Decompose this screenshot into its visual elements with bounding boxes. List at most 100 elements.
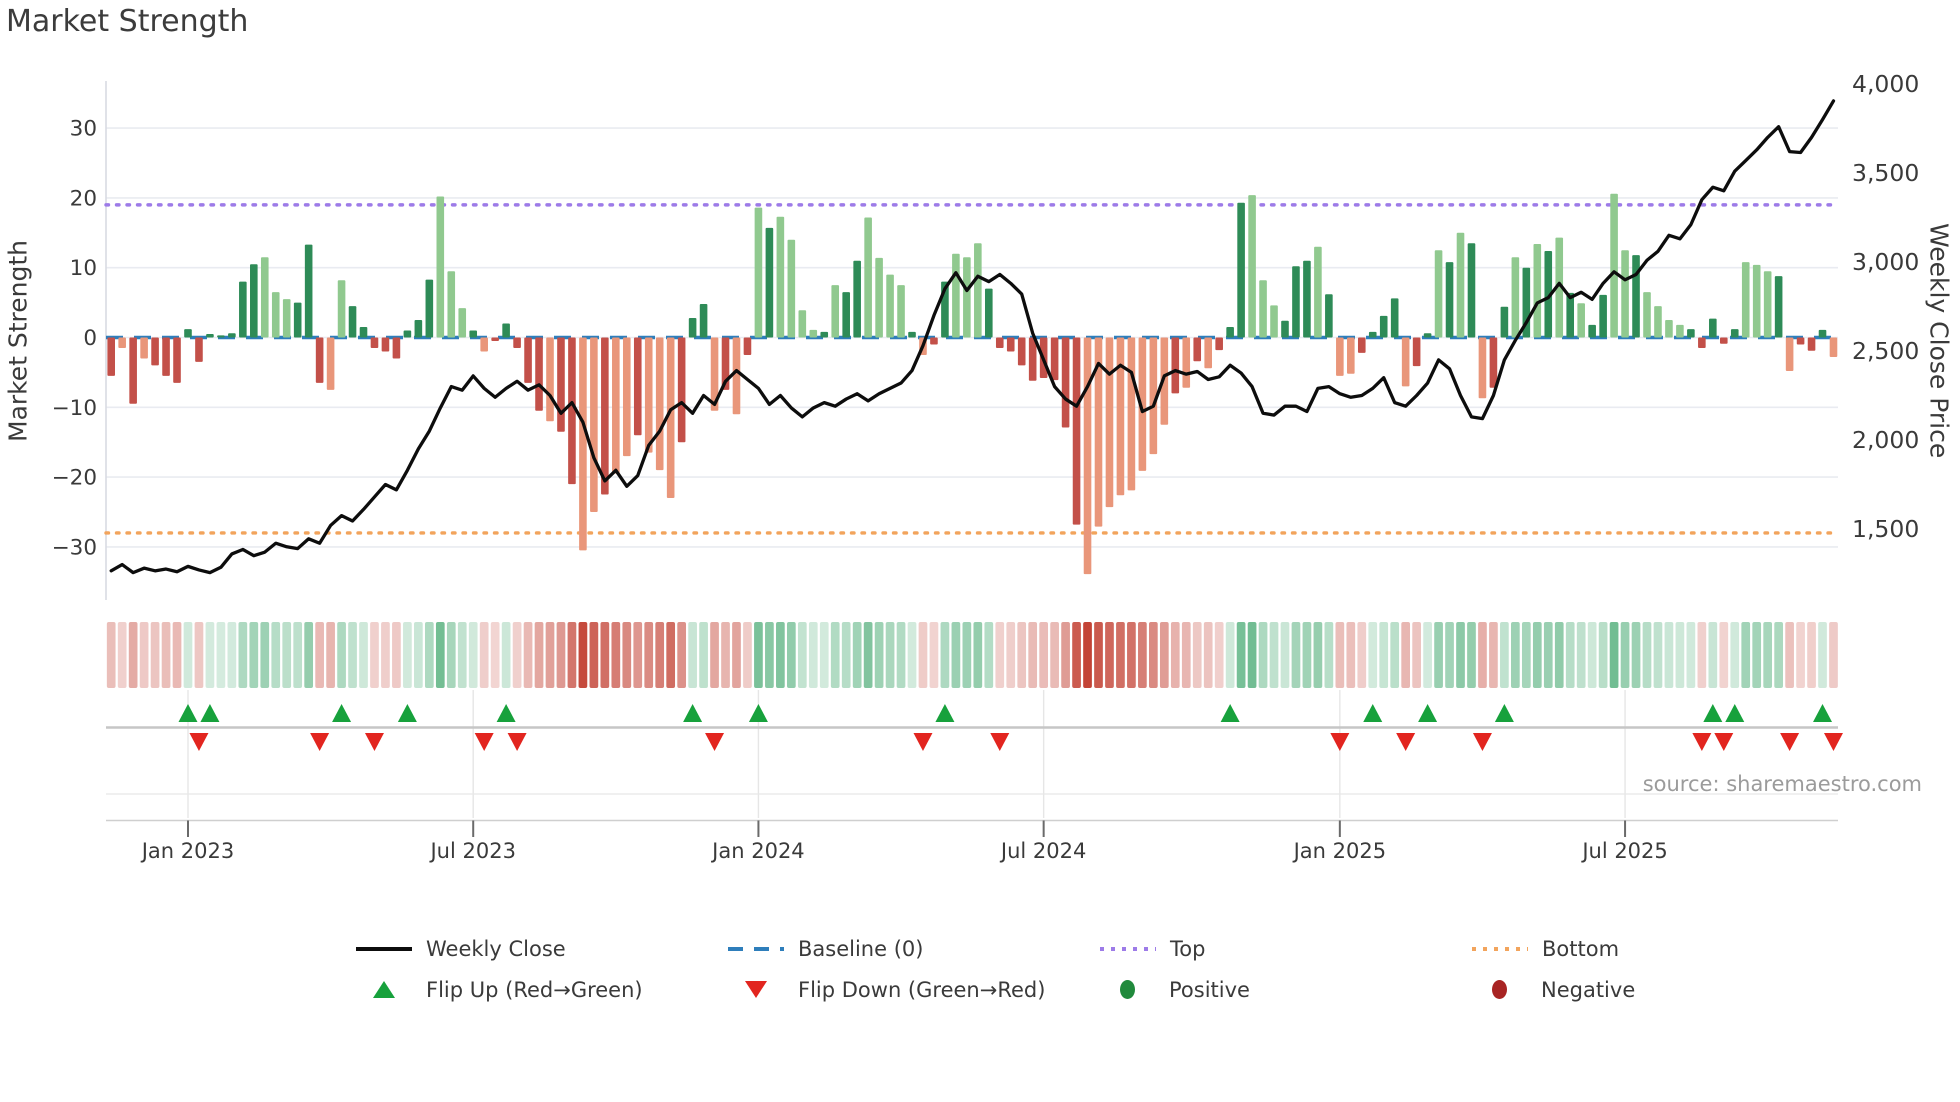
heatmap-cell [501,622,511,688]
strength-bar [622,337,631,457]
strength-bar [1643,292,1651,338]
strength-bar [1610,193,1618,338]
heatmap-cell [1554,622,1564,688]
strength-bar [1500,306,1509,338]
heatmap-cell [139,622,149,688]
strength-bar [228,333,236,338]
right-tick-label: 2,000 [1852,426,1919,454]
strength-bar [1127,337,1136,491]
x-tick-label: Jul 2025 [1580,839,1667,863]
heatmap-cell [523,622,533,688]
heatmap-cell [424,622,434,688]
heatmap-cell [622,622,632,688]
strength-bar [1709,318,1717,338]
strength-bar [1281,320,1289,338]
strength-bar [1456,232,1465,338]
legend-item-top: Top [1100,928,1472,969]
heatmap-cell [183,622,193,688]
strength-bar [458,308,467,338]
heatmap-cell [1478,622,1487,688]
heatmap-cell [1719,622,1729,688]
heatmap-cell [1774,622,1783,688]
heatmap-cell [1675,622,1685,688]
heatmap-cell [1752,622,1762,688]
strength-bar [348,306,357,338]
strength-bar [1050,337,1059,381]
heatmap-cell [194,622,204,688]
heatmap-cell [457,622,467,688]
heatmap-cell [1236,622,1246,688]
legend-item-positive: Positive [1100,969,1472,1010]
strength-bar [1116,337,1125,496]
strength-bar [1719,337,1728,344]
heatmap-cell [1214,622,1224,688]
heatmap-cell [677,622,686,688]
heatmap-cell [161,622,171,688]
flip-up-marker [397,704,417,722]
heatmap-cell [304,622,314,688]
strength-bar [1621,250,1629,338]
heatmap-cell [1521,622,1531,688]
strength-bar [1204,337,1212,369]
strength-bar [436,196,445,338]
heatmap-cell [359,622,368,688]
heatmap-cell [786,622,796,688]
heatmap-cell [1730,622,1740,688]
flip-up-marker [1220,704,1240,722]
heatmap-cell [1642,622,1652,688]
heatmap-cell [106,622,116,688]
heatmap-cell [808,622,818,688]
strength-bar [282,299,291,338]
legend-label: Flip Up (Red→Green) [426,977,643,1002]
strength-bar [304,244,313,338]
heatmap-cell [951,622,961,688]
heatmap-cell [852,622,862,688]
heatmap-cell [962,622,972,688]
strength-bar [392,337,401,359]
legend-label: Flip Down (Green→Red) [798,977,1046,1002]
heatmap-cell [1598,622,1608,688]
flip-down-marker [913,733,933,751]
flip-down-marker [474,733,494,751]
heatmap-cell [1390,622,1400,688]
heatmap-cell [1302,622,1312,688]
strength-bar [820,331,829,338]
legend-label: Baseline (0) [798,936,924,961]
strength-bar [1588,324,1596,338]
bottom-dotted-line-icon [1472,946,1528,951]
flip-down-marker [1472,733,1492,751]
strength-bar [469,330,478,338]
legend-label: Top [1170,936,1206,961]
heatmap-cell [172,622,182,688]
strength-bar [809,329,818,338]
legend-item-flip-down: Flip Down (Green→Red) [728,969,1100,1010]
heatmap-cell [1313,622,1323,688]
strength-bar [732,337,741,415]
flip-up-marker [683,704,703,722]
strength-bar [1829,337,1838,358]
heatmap-cell [260,622,270,688]
strength-bar [414,320,423,338]
strength-bar [864,217,872,338]
heatmap-cell [830,622,840,688]
strength-bar [217,335,225,338]
heatmap-cell [743,622,752,688]
heatmap-cell [699,622,708,688]
flip-down-marker [1330,733,1350,751]
strength-bar [1807,337,1816,351]
heatmap-cell [929,622,939,688]
strength-bar [1105,337,1114,508]
strength-bar [151,337,159,366]
strength-bar [787,239,796,338]
heatmap-cell [655,622,665,688]
strength-bar [974,243,982,338]
legend-item-flip-up: Flip Up (Red→Green) [356,969,728,1010]
legend-item-weekly-close: Weekly Close [356,928,728,969]
heatmap-cell [293,622,303,688]
flip-down-marker [1714,733,1734,751]
heatmap-cell [1379,622,1389,688]
strength-bar [1752,264,1761,338]
heatmap-cell [567,622,577,688]
heatmap-cell [326,622,335,688]
heatmap-cell [819,622,829,688]
